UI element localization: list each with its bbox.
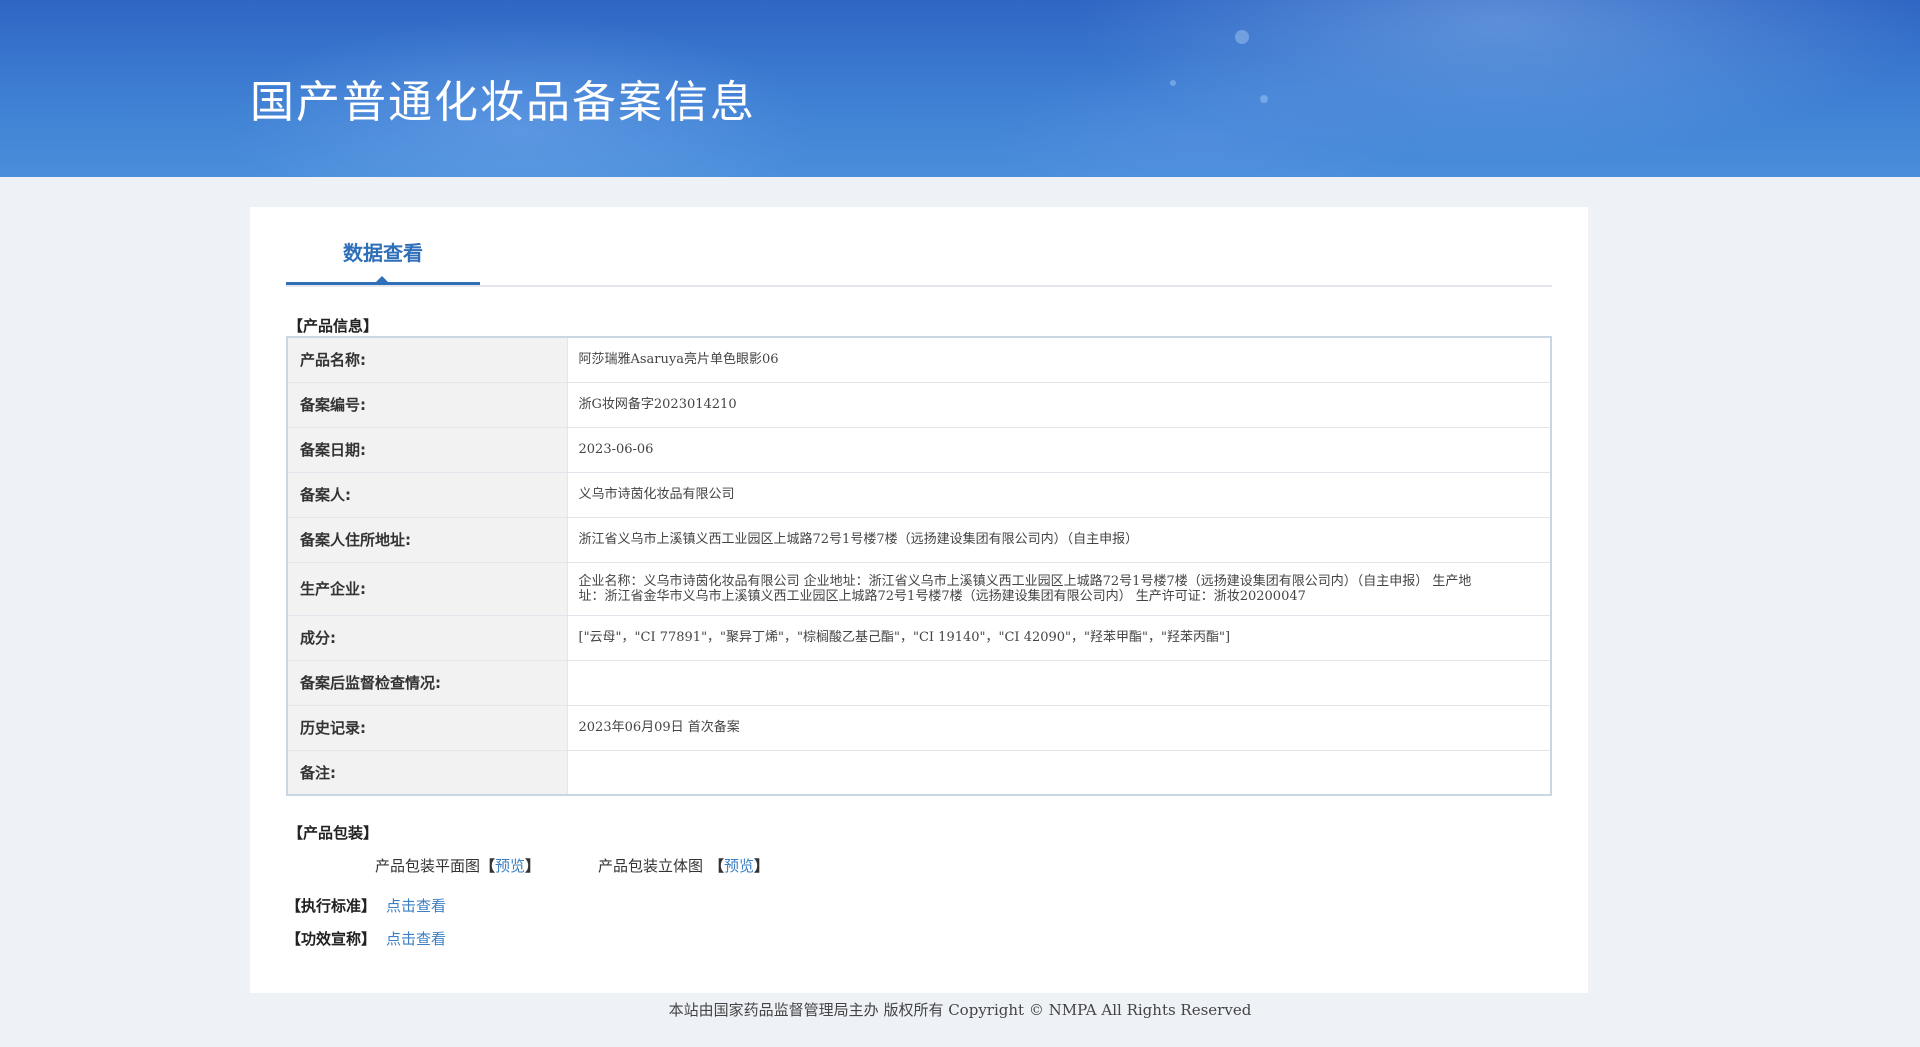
row-label: 产品名称: — [287, 337, 568, 383]
row-value-remarks — [567, 750, 1551, 796]
header-banner: 国产普通化妆品备案信息 — [0, 0, 1920, 177]
row-label: 备注: — [287, 750, 568, 796]
row-value-registration-number: 浙G妆网备字2023014210 — [567, 382, 1551, 428]
row-value-registration-date: 2023-06-06 — [567, 427, 1551, 473]
table-row: 备案后监督检查情况: — [287, 660, 1551, 706]
standard-view-link[interactable]: 点击查看 — [386, 897, 446, 915]
row-label: 成分: — [287, 615, 568, 661]
product-info-section-title: 【产品信息】 — [288, 317, 379, 335]
table-row: 备案人住所地址: 浙江省义乌市上溪镇义西工业园区上城路72号1号楼7楼（远扬建设… — [287, 517, 1551, 563]
row-label: 备案后监督检查情况: — [287, 660, 568, 706]
row-label: 备案编号: — [287, 382, 568, 428]
efficacy-label: 【功效宣称】 — [286, 930, 377, 948]
bracket-close: 】 — [754, 857, 770, 875]
efficacy-row: 【功效宣称】 点击查看 — [286, 928, 446, 949]
table-row: 备案日期: 2023-06-06 — [287, 427, 1551, 473]
standard-row: 【执行标准】 点击查看 — [286, 895, 446, 916]
packaging-flat-preview-link[interactable]: 预览 — [495, 857, 525, 875]
packaging-3d-label: 产品包装立体图 — [598, 857, 704, 875]
row-value-history: 2023年06月09日 首次备案 — [567, 705, 1551, 751]
table-row: 备案编号: 浙G妆网备字2023014210 — [287, 382, 1551, 428]
table-row: 备案人: 义乌市诗茵化妆品有限公司 — [287, 472, 1551, 518]
bracket-open: 【 — [709, 857, 725, 875]
tab-data-view[interactable]: 数据查看 — [286, 207, 480, 285]
footer-copyright: 本站由国家药品监督管理局主办 版权所有 Copyright © NMPA All… — [668, 1001, 1252, 1019]
banner-decoration — [1235, 30, 1249, 44]
table-row: 生产企业: 企业名称：义乌市诗茵化妆品有限公司 企业地址：浙江省义乌市上溪镇义西… — [287, 562, 1551, 616]
row-label: 备案人: — [287, 472, 568, 518]
row-value-registrant: 义乌市诗茵化妆品有限公司 — [567, 472, 1551, 518]
packaging-flat-item: 产品包装平面图【预览】 — [375, 855, 540, 876]
tab-data-view-label: 数据查看 — [343, 241, 423, 265]
banner-decoration — [1170, 80, 1176, 86]
table-row: 产品名称: 阿莎瑞雅Asaruya亮片单色眼影06 — [287, 337, 1551, 383]
product-info-table: 产品名称: 阿莎瑞雅Asaruya亮片单色眼影06 备案编号: 浙G妆网备字20… — [286, 336, 1552, 796]
packaging-section-title: 【产品包装】 — [288, 824, 379, 842]
content-card: 数据查看 【产品信息】 产品名称: 阿莎瑞雅Asaruya亮片单色眼影06 备案… — [250, 207, 1588, 993]
page-title: 国产普通化妆品备案信息 — [250, 77, 756, 128]
tab-active-caret-icon — [375, 276, 389, 283]
row-value-product-name: 阿莎瑞雅Asaruya亮片单色眼影06 — [567, 337, 1551, 383]
row-value-ingredients: ["云母"，"CI 77891"，"聚异丁烯"，"棕榈酸乙基己酯"，"CI 19… — [567, 615, 1551, 661]
packaging-3d-preview-link[interactable]: 预览 — [724, 857, 754, 875]
bracket-close: 】 — [525, 857, 541, 875]
row-label: 历史记录: — [287, 705, 568, 751]
row-label: 备案人住所地址: — [287, 517, 568, 563]
efficacy-view-link[interactable]: 点击查看 — [386, 930, 446, 948]
bracket-open: 【 — [480, 857, 496, 875]
packaging-flat-label: 产品包装平面图 — [375, 857, 481, 875]
packaging-3d-item: 产品包装立体图 【预览】 — [598, 855, 769, 876]
table-row: 成分: ["云母"，"CI 77891"，"聚异丁烯"，"棕榈酸乙基己酯"，"C… — [287, 615, 1551, 661]
row-label: 生产企业: — [287, 562, 568, 616]
row-value-registrant-address: 浙江省义乌市上溪镇义西工业园区上城路72号1号楼7楼（远扬建设集团有限公司内）（… — [567, 517, 1551, 563]
standard-label: 【执行标准】 — [286, 897, 377, 915]
row-value-post-inspection — [567, 660, 1551, 706]
banner-decoration — [1260, 95, 1268, 103]
table-row: 备注: — [287, 750, 1551, 796]
row-value-manufacturer: 企业名称：义乌市诗茵化妆品有限公司 企业地址：浙江省义乌市上溪镇义西工业园区上城… — [567, 562, 1551, 616]
tab-bar: 数据查看 — [286, 207, 1552, 287]
row-label: 备案日期: — [287, 427, 568, 473]
table-row: 历史记录: 2023年06月09日 首次备案 — [287, 705, 1551, 751]
